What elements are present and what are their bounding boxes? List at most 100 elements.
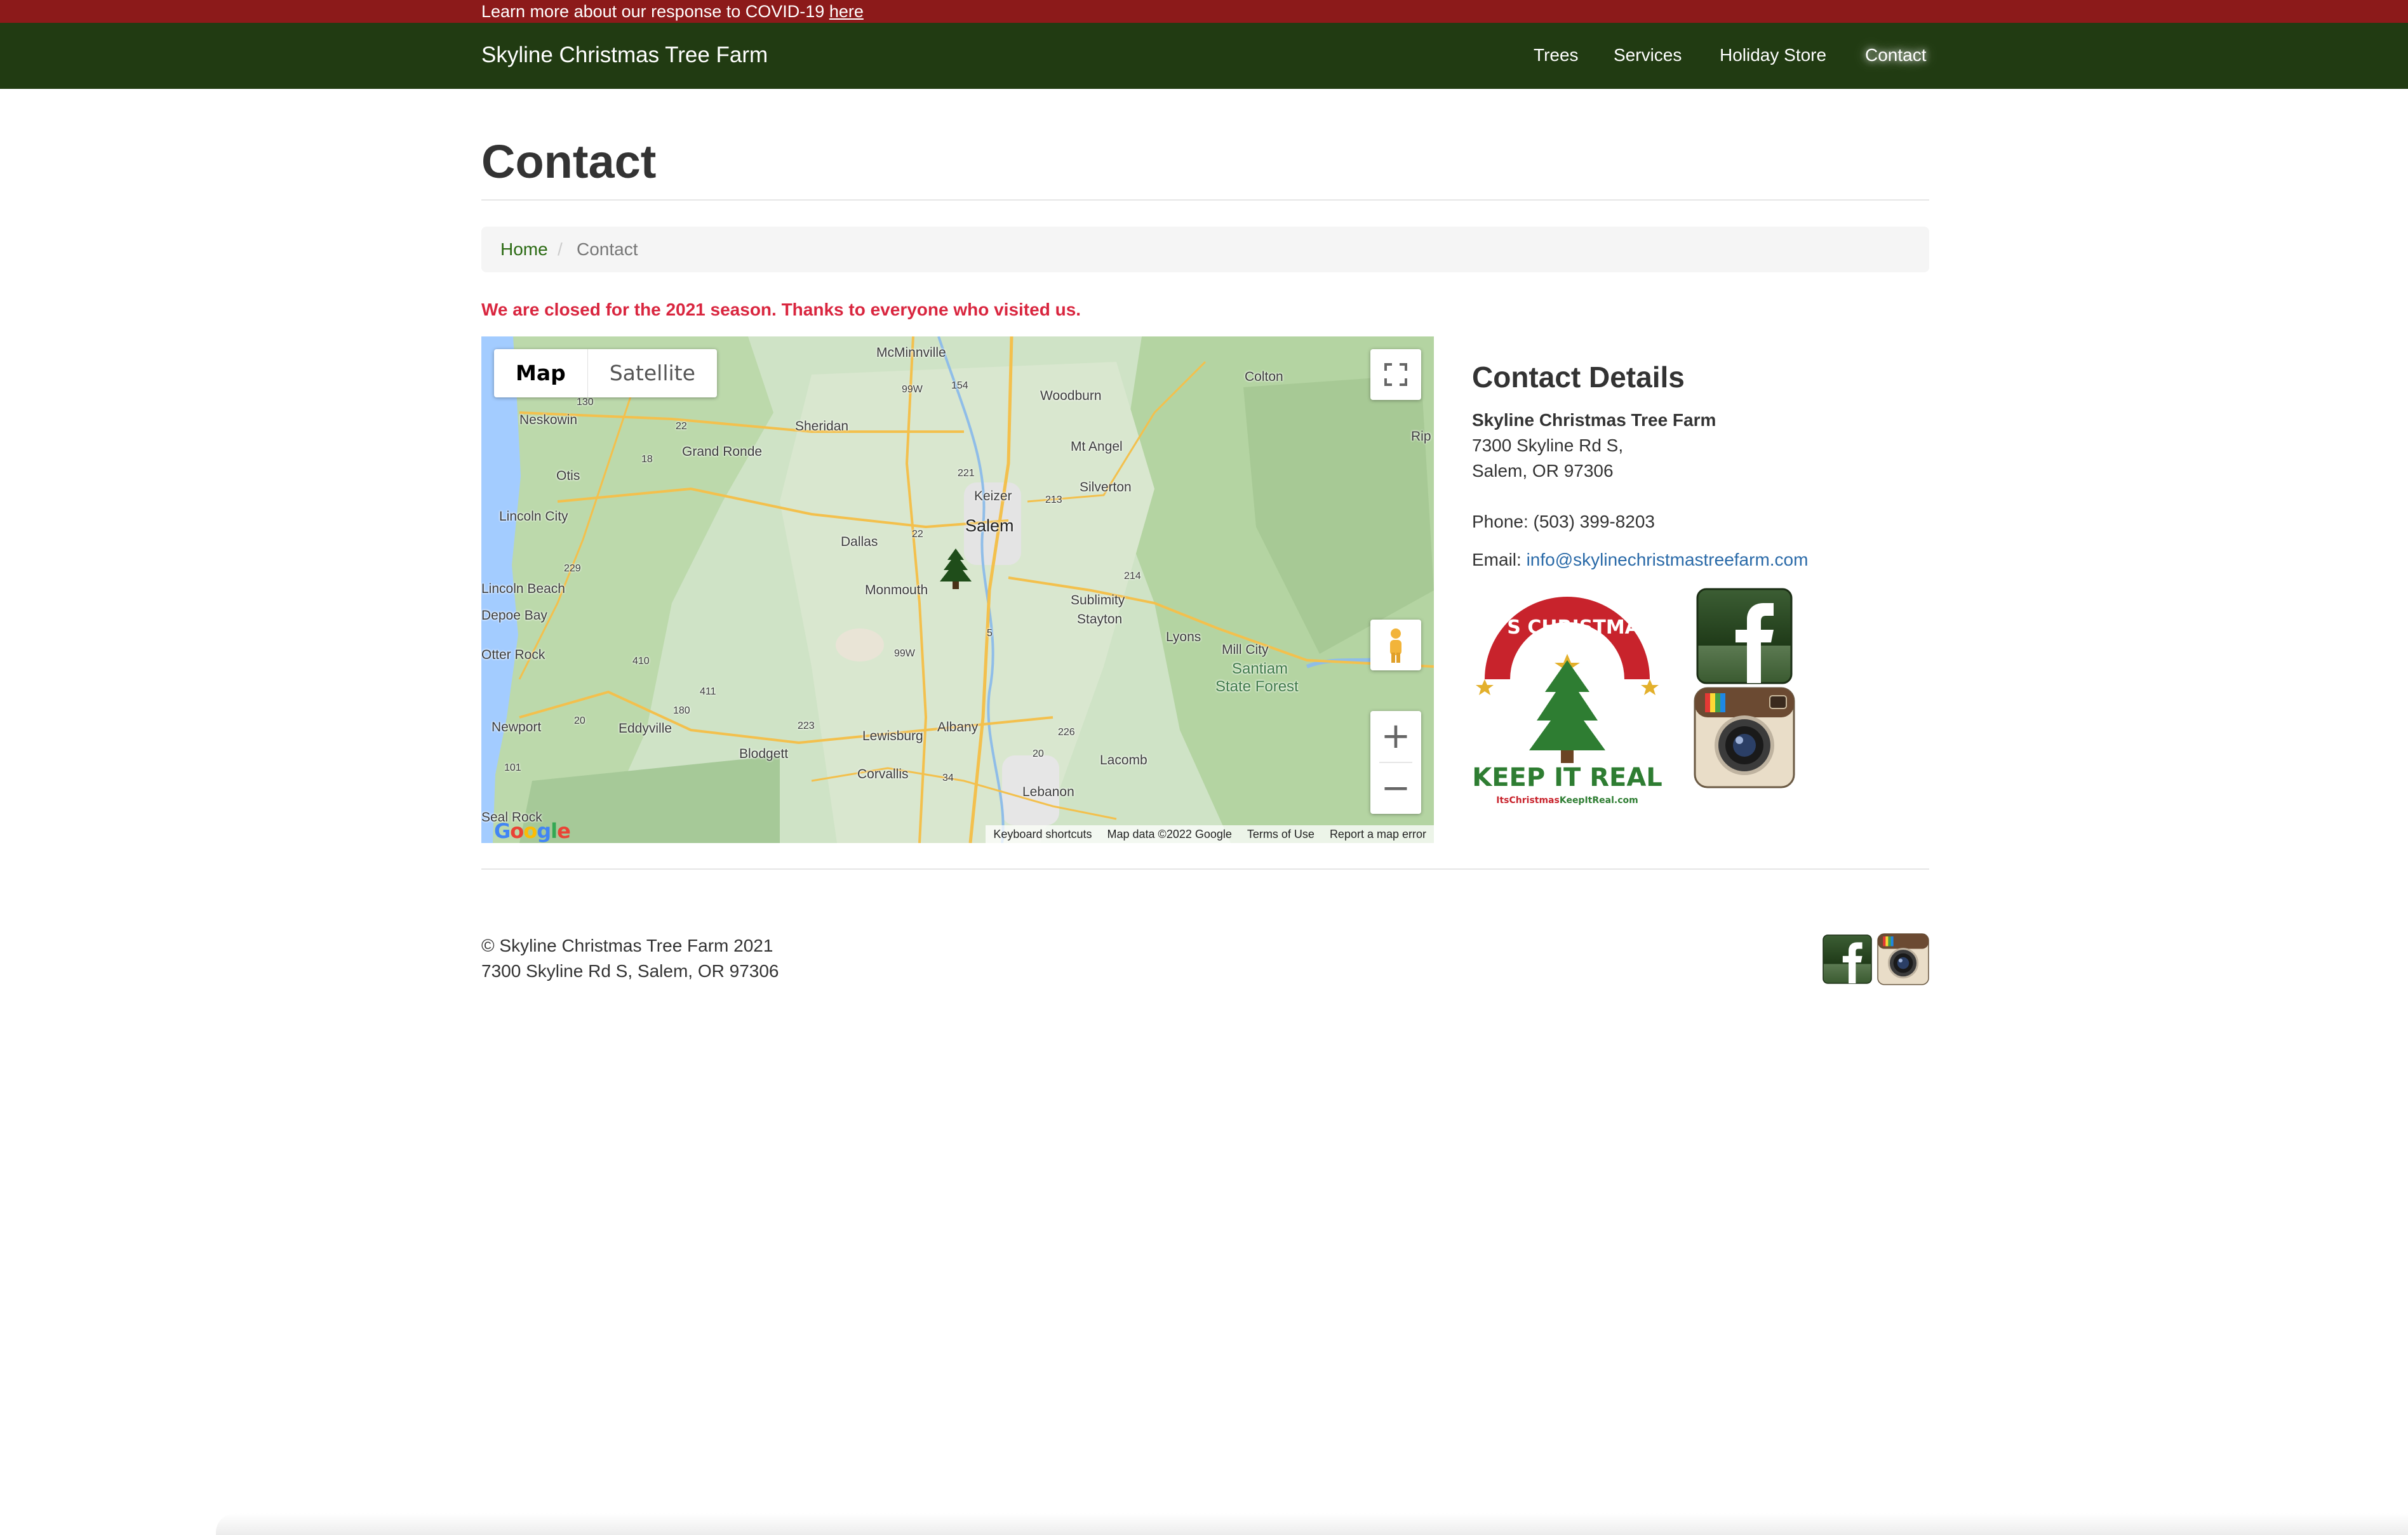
farm-location-marker[interactable] xyxy=(936,547,975,592)
footer-instagram-icon[interactable] xyxy=(1877,933,1929,985)
map-shield-411: 411 xyxy=(700,686,716,697)
site-brand[interactable]: Skyline Christmas Tree Farm xyxy=(481,42,768,69)
map-place-monmouth: Monmouth xyxy=(865,583,928,597)
fullscreen-button[interactable] xyxy=(1370,349,1421,400)
nav-holiday-store[interactable]: Holiday Store xyxy=(1720,43,1826,67)
nav-trees[interactable]: Trees xyxy=(1534,43,1579,67)
map-place-salem: Salem xyxy=(965,516,1014,535)
map-place-grand-ronde: Grand Ronde xyxy=(682,444,763,459)
map-type-satellite-button[interactable]: Satellite xyxy=(588,349,717,397)
pegman-icon xyxy=(1390,628,1401,663)
footer-address: 7300 Skyline Rd S, Salem, OR 97306 xyxy=(481,961,779,981)
map-place-colton: Colton xyxy=(1245,369,1283,384)
keyboard-shortcuts-link[interactable]: Keyboard shortcuts xyxy=(986,825,1099,843)
street-view-pegman[interactable] xyxy=(1370,620,1421,670)
badge-top-text: IT'S CHRISTMAS xyxy=(1482,616,1654,639)
covid-text: Learn more about our response to COVID-1… xyxy=(481,2,825,21)
map-shield-229: 229 xyxy=(564,563,581,574)
covid-link[interactable]: here xyxy=(829,2,864,21)
map-place-keizer: Keizer xyxy=(974,489,1012,503)
terms-of-use-link[interactable]: Terms of Use xyxy=(1240,825,1322,843)
covid-banner: Learn more about our response to COVID-1… xyxy=(0,0,2408,23)
facebook-icon[interactable] xyxy=(1696,588,1793,684)
map-data-credit: Map data ©2022 Google xyxy=(1107,828,1232,841)
map-place-rip: Rip xyxy=(1411,429,1431,444)
map-shield-101: 101 xyxy=(504,762,521,773)
covid-message: Learn more about our response to COVID-1… xyxy=(481,1,864,22)
phone-label: Phone: xyxy=(1472,512,1528,531)
contact-address-line2: Salem, OR 97306 xyxy=(1472,461,1614,481)
map-place-otis: Otis xyxy=(556,468,580,483)
map-place-otter-rock: Otter Rock xyxy=(481,648,545,662)
nav-contact[interactable]: Contact xyxy=(1865,43,1927,67)
map-place-state-forest: State Forest xyxy=(1215,678,1299,695)
map-shield-226: 226 xyxy=(1058,727,1075,738)
map-place-lebanon: Lebanon xyxy=(1022,785,1074,799)
map-shield-223: 223 xyxy=(798,721,815,731)
zoom-in-button[interactable]: + xyxy=(1370,711,1421,762)
map-shield-5: 5 xyxy=(987,628,993,639)
navbar: Skyline Christmas Tree Farm Trees Servic… xyxy=(0,23,2408,89)
breadcrumb: Home / Contact xyxy=(481,227,1929,272)
zoom-control: + − xyxy=(1370,711,1421,814)
map-type-control: Map Satellite xyxy=(494,349,717,397)
badge-url: ItsChristmasKeepItReal.com xyxy=(1496,795,1638,806)
map-place-lincoln-city: Lincoln City xyxy=(499,509,568,524)
map-place-lincoln-beach: Lincoln Beach xyxy=(481,581,565,596)
email-link[interactable]: info@skylinechristmastreefarm.com xyxy=(1527,550,1809,569)
report-map-error-link[interactable]: Report a map error xyxy=(1322,825,1434,843)
breadcrumb-current: Contact xyxy=(577,239,638,259)
map-place-newport: Newport xyxy=(492,720,542,734)
map-attribution: Keyboard shortcuts Map data ©2022 Google… xyxy=(986,825,1434,843)
map-place-santiam: Santiam xyxy=(1232,660,1288,677)
badge-bottom-text: KEEP IT REAL xyxy=(1472,763,1662,792)
keep-it-real-badge[interactable]: IT'S CHRISTMAS KEEP IT REAL ItsChristmas… xyxy=(1472,584,1662,806)
map-place-stayton: Stayton xyxy=(1077,612,1123,627)
map-shield-213: 213 xyxy=(1045,495,1062,505)
title-divider xyxy=(481,199,1929,201)
google-map[interactable]: McMinnville Colton Woodburn Rip Neskowin… xyxy=(481,336,1434,843)
map-shield-214: 214 xyxy=(1124,571,1141,581)
map-place-sublimity: Sublimity xyxy=(1071,593,1125,608)
closed-notice: We are closed for the 2021 season. Thank… xyxy=(481,300,1081,319)
map-place-silverton: Silverton xyxy=(1080,480,1132,495)
map-shield-20a: 20 xyxy=(574,715,585,726)
footer-divider xyxy=(481,868,1929,870)
map-place-mt-angel: Mt Angel xyxy=(1071,439,1123,454)
zoom-out-button[interactable]: − xyxy=(1370,763,1421,814)
map-place-sheridan: Sheridan xyxy=(795,419,849,434)
contact-details-heading: Contact Details xyxy=(1472,361,1685,394)
map-shield-22a: 22 xyxy=(676,421,687,432)
map-place-lewisburg: Lewisburg xyxy=(862,729,923,743)
footer-copyright: © Skyline Christmas Tree Farm 2021 xyxy=(481,936,773,955)
page-title: Contact xyxy=(481,135,657,188)
breadcrumb-home[interactable]: Home xyxy=(500,238,548,261)
map-place-lacomb: Lacomb xyxy=(1100,753,1147,768)
map-shield-18: 18 xyxy=(641,454,653,465)
google-logo: Google xyxy=(494,819,571,843)
map-shield-154: 154 xyxy=(951,380,968,391)
instagram-icon[interactable] xyxy=(1694,687,1795,788)
map-place-depoe-bay: Depoe Bay xyxy=(481,608,547,623)
map-place-mill-city: Mill City xyxy=(1222,642,1269,657)
map-shield-34: 34 xyxy=(942,773,954,783)
nav-services[interactable]: Services xyxy=(1614,43,1682,67)
map-shield-20b: 20 xyxy=(1033,748,1044,759)
email-label: Email: xyxy=(1472,550,1522,569)
window-bottom-edge xyxy=(216,1513,2408,1535)
map-place-neskowin: Neskowin xyxy=(519,413,578,427)
phone-number: (503) 399-8203 xyxy=(1533,512,1656,531)
map-shield-99w-b: 99W xyxy=(894,648,915,659)
map-shield-22b: 22 xyxy=(912,529,923,540)
map-place-blodgett: Blodgett xyxy=(739,747,789,761)
map-shield-180: 180 xyxy=(673,705,690,716)
fullscreen-icon xyxy=(1384,363,1407,386)
contact-email: Email: info@skylinechristmastreefarm.com xyxy=(1472,548,1808,571)
map-place-albany: Albany xyxy=(937,720,979,734)
map-place-dallas: Dallas xyxy=(841,535,878,549)
map-type-map-button[interactable]: Map xyxy=(494,349,588,397)
breadcrumb-separator: / xyxy=(558,239,563,259)
map-place-corvallis: Corvallis xyxy=(857,767,909,781)
contact-business-name: Skyline Christmas Tree Farm xyxy=(1472,410,1716,430)
footer-facebook-icon[interactable] xyxy=(1823,934,1872,984)
